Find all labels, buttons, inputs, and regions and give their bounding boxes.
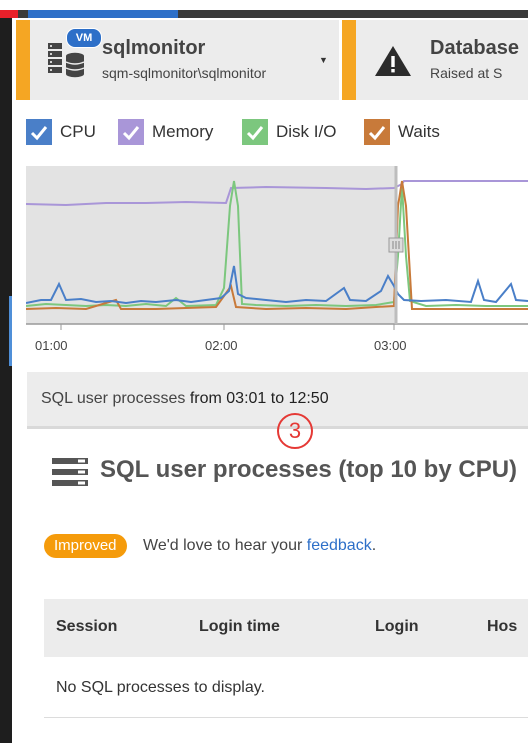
- range-prefix: SQL user processes: [41, 390, 186, 407]
- column-header-login-time[interactable]: Login time: [199, 618, 280, 636]
- column-header-session[interactable]: Session: [56, 618, 117, 636]
- table-row: No SQL processes to display.: [44, 657, 528, 718]
- feedback-text: We'd love to hear your: [143, 537, 303, 554]
- alert-title: Database: [430, 37, 519, 59]
- feedback-link[interactable]: feedback: [307, 537, 372, 554]
- range-from: 03:01: [226, 390, 267, 407]
- time-range-text: SQL user processes from 03:01 to 12:50: [41, 390, 329, 408]
- list-icon: [52, 458, 88, 486]
- feedback-message: We'd love to hear your feedback.: [143, 537, 376, 555]
- top-strip: [0, 0, 528, 10]
- checkbox-icon: [118, 119, 144, 145]
- server-card[interactable]: VM sqlmonitor sqm-sqlmonitor\sqlmonitor …: [16, 20, 338, 100]
- empty-table-message: No SQL processes to display.: [56, 679, 265, 696]
- progress-bar: [28, 10, 178, 18]
- feedback-period: .: [371, 537, 377, 554]
- range-to-label: to: [270, 390, 285, 407]
- alert-card-accent: [342, 20, 356, 100]
- checkbox-icon: [242, 119, 268, 145]
- server-path: sqm-sqlmonitor\sqlmonitor: [102, 65, 267, 81]
- red-marker: [0, 10, 18, 18]
- vm-badge: VM: [66, 28, 102, 48]
- range-from-label: from: [189, 390, 222, 407]
- x-tick-label: 02:00: [205, 338, 238, 353]
- alert-card[interactable]: Database Raised at S: [342, 20, 528, 100]
- header-cards: VM sqlmonitor sqm-sqlmonitor\sqlmonitor …: [16, 20, 528, 100]
- legend-item-waits[interactable]: Waits: [364, 116, 440, 148]
- alert-subtitle: Raised at S: [430, 65, 503, 81]
- server-card-accent: [16, 20, 30, 100]
- legend-item-disk-io[interactable]: Disk I/O: [242, 116, 336, 148]
- improved-badge: Improved: [44, 534, 127, 558]
- section-title: SQL user processes (top 10 by CPU): [100, 456, 518, 483]
- column-header-host[interactable]: Hos: [487, 618, 517, 636]
- range-to: 12:50: [288, 390, 329, 407]
- server-name: sqlmonitor: [102, 37, 206, 59]
- legend-item-memory[interactable]: Memory: [118, 116, 213, 148]
- column-header-login[interactable]: Login: [375, 618, 419, 636]
- legend-item-cpu[interactable]: CPU: [26, 116, 96, 148]
- step-marker: 3: [277, 413, 313, 449]
- time-range-bar: SQL user processes from 03:01 to 12:50: [27, 372, 528, 426]
- legend-label: Memory: [152, 122, 214, 141]
- x-tick-label: 03:00: [374, 338, 407, 353]
- performance-chart[interactable]: [26, 166, 528, 334]
- checkbox-icon: [364, 119, 390, 145]
- legend-label: CPU: [60, 122, 96, 141]
- left-rail: [0, 18, 12, 743]
- checkbox-icon: [26, 119, 52, 145]
- warning-triangle-icon: [375, 46, 411, 76]
- legend-label: Disk I/O: [276, 122, 337, 141]
- legend-label: Waits: [398, 122, 440, 141]
- table-header: Session Login time Login Hos: [44, 599, 528, 657]
- x-tick-label: 01:00: [35, 338, 68, 353]
- chevron-down-icon[interactable]: ▼: [319, 55, 328, 65]
